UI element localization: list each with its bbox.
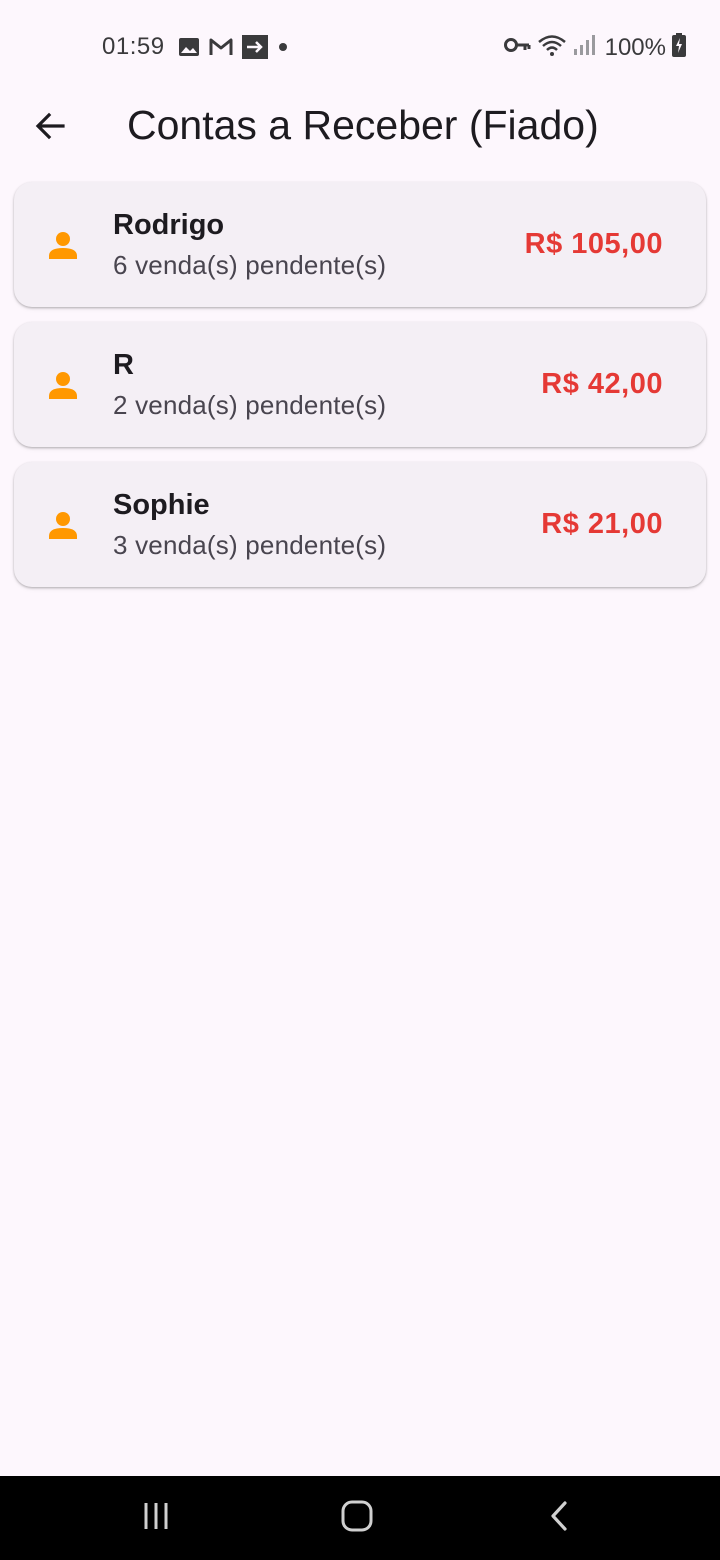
arrow-back-icon [34, 110, 66, 147]
amount-due: R$ 105,00 [524, 228, 663, 260]
system-icons: 100% [503, 33, 686, 62]
vpn-key-icon [503, 34, 531, 61]
customer-card[interactable]: R 2 venda(s) pendente(s) R$ 42,00 [14, 322, 706, 447]
app-bar: Contas a Receber (Fiado) [0, 92, 720, 164]
home-button[interactable] [335, 1496, 379, 1540]
system-nav-bar [0, 1476, 720, 1560]
amount-due: R$ 21,00 [541, 508, 663, 540]
gmail-icon [208, 36, 234, 63]
notification-icons [178, 35, 290, 64]
customer-name: Sophie [113, 489, 210, 521]
wifi-icon [537, 33, 567, 62]
person-icon [47, 229, 79, 261]
customer-name: Rodrigo [113, 209, 225, 241]
battery-level: 100% [604, 33, 666, 61]
dot-icon [276, 36, 290, 63]
person-icon [47, 509, 79, 541]
back-button[interactable] [26, 104, 74, 152]
amount-due: R$ 42,00 [541, 368, 663, 400]
recent-apps-icon [140, 1500, 172, 1537]
cast-icon [242, 35, 268, 64]
pending-sales: 3 venda(s) pendente(s) [113, 530, 387, 560]
pending-sales: 6 venda(s) pendente(s) [113, 250, 387, 280]
customer-name: R [113, 349, 134, 381]
system-back-button[interactable] [537, 1496, 581, 1540]
back-icon [545, 1500, 573, 1537]
customer-list: Rodrigo 6 venda(s) pendente(s) R$ 105,00… [14, 182, 706, 602]
status-bar: 01:59 100% [0, 0, 720, 92]
recent-apps-button[interactable] [134, 1496, 178, 1540]
person-icon [47, 369, 79, 401]
status-time: 01:59 [102, 33, 165, 60]
pending-sales: 2 venda(s) pendente(s) [113, 390, 387, 420]
image-icon [178, 36, 200, 63]
battery-charging-icon [672, 33, 686, 62]
page-title: Contas a Receber (Fiado) [127, 102, 599, 148]
customer-card[interactable]: Rodrigo 6 venda(s) pendente(s) R$ 105,00 [14, 182, 706, 307]
signal-icon [573, 34, 595, 61]
customer-card[interactable]: Sophie 3 venda(s) pendente(s) R$ 21,00 [14, 462, 706, 587]
home-icon [340, 1499, 374, 1538]
